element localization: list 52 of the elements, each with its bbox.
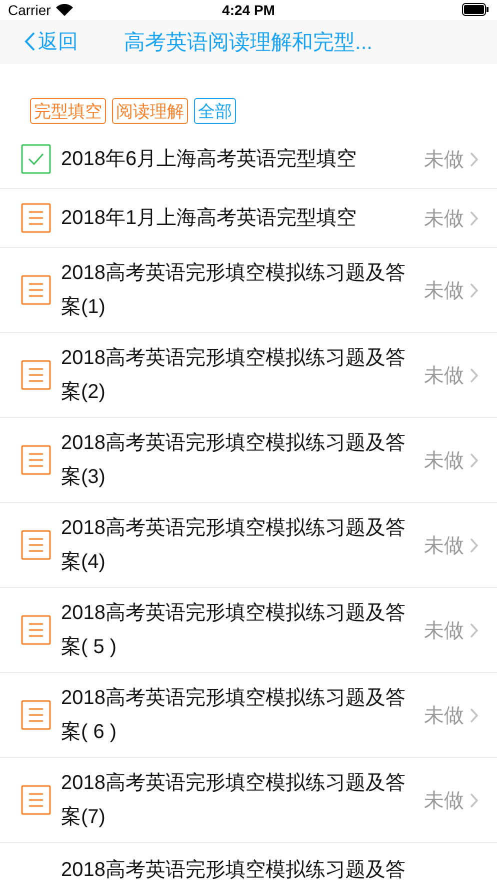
status-label: 未做	[424, 788, 464, 814]
document-icon	[21, 530, 51, 560]
item-title: 2018高考英语完形填空模拟练习题及答案( 6 )	[61, 686, 406, 745]
status-label: 未做	[424, 704, 464, 728]
item-title: 2018高考英语完形填空模拟练习题及答案(7)	[61, 771, 406, 830]
item-title: 2018年6月上海高考英语完型填空	[61, 147, 358, 172]
status-label: 未做	[424, 364, 464, 388]
item-title: 2018高考英语完形填空模拟练习题及答案(1)	[61, 261, 406, 320]
checkbox-icon	[21, 144, 51, 174]
item-title: 2018高考英语完形填空模拟练习题及答案(2)	[61, 346, 406, 405]
page-title: 高考英语阅读理解和完型...	[124, 30, 373, 56]
list-row[interactable]: 2018高考英语完形填空模拟练习题及答案(2) 未做	[0, 333, 497, 418]
chevron-icon	[470, 538, 479, 552]
list-row[interactable]: 2018高考英语完形填空模拟练习题及答案(1) 未做	[0, 248, 497, 333]
chevron-icon	[470, 368, 479, 382]
chevron-icon	[470, 152, 479, 166]
document-icon	[21, 615, 51, 645]
back-chevron-icon	[24, 32, 35, 52]
chevron-icon	[470, 452, 479, 468]
document-icon	[21, 785, 51, 815]
item-title: 2018高考英语完形填空模拟练习题及答	[61, 859, 406, 881]
list-row[interactable]: 2018年1月上海高考英语完型填空 未做	[0, 189, 497, 248]
status-label: 未做	[424, 534, 464, 558]
item-title: 2018年1月上海高考英语完型填空	[61, 206, 358, 231]
status-label: 未做	[424, 278, 464, 304]
document-icon	[21, 700, 51, 730]
chevron-icon	[470, 622, 479, 638]
document-icon	[21, 275, 51, 305]
chevron-icon	[470, 210, 479, 226]
status-label: 未做	[424, 148, 464, 172]
list-row[interactable]: 2018高考英语完形填空模拟练习题及答案(3) 未做	[0, 418, 497, 503]
status-label: 未做	[424, 206, 464, 232]
item-title: 2018高考英语完形填空模拟练习题及答案( 5 )	[61, 601, 406, 660]
list-row[interactable]: 2018高考英语完形填空模拟练习题及答案( 5 ) 未做	[0, 588, 497, 673]
document-icon	[21, 203, 51, 233]
document-icon	[21, 360, 51, 390]
wifi-icon	[56, 4, 73, 16]
document-icon	[21, 445, 51, 475]
carrier-label: Carrier	[8, 2, 51, 18]
chevron-icon	[470, 792, 479, 808]
item-title: 2018高考英语完形填空模拟练习题及答案(4)	[61, 516, 406, 575]
battery-icon	[462, 3, 490, 16]
list-row[interactable]: 2018高考英语完形填空模拟练习题及答案(7) 未做	[0, 758, 497, 843]
list-row[interactable]: 2018年6月上海高考英语完型填空 未做	[0, 130, 497, 189]
list-row[interactable]: 2018高考英语完形填空模拟练习题及答案( 6 ) 未做	[0, 673, 497, 758]
status-label: 未做	[424, 618, 464, 644]
item-title: 2018高考英语完形填空模拟练习题及答案(3)	[61, 431, 406, 490]
chevron-icon	[470, 282, 479, 298]
status-label: 未做	[424, 448, 464, 474]
status-time: 4:24 PM	[222, 2, 275, 18]
list-row[interactable]: 2018高考英语完形填空模拟练习题及答案(4) 未做	[0, 503, 497, 588]
chevron-icon	[470, 708, 479, 722]
